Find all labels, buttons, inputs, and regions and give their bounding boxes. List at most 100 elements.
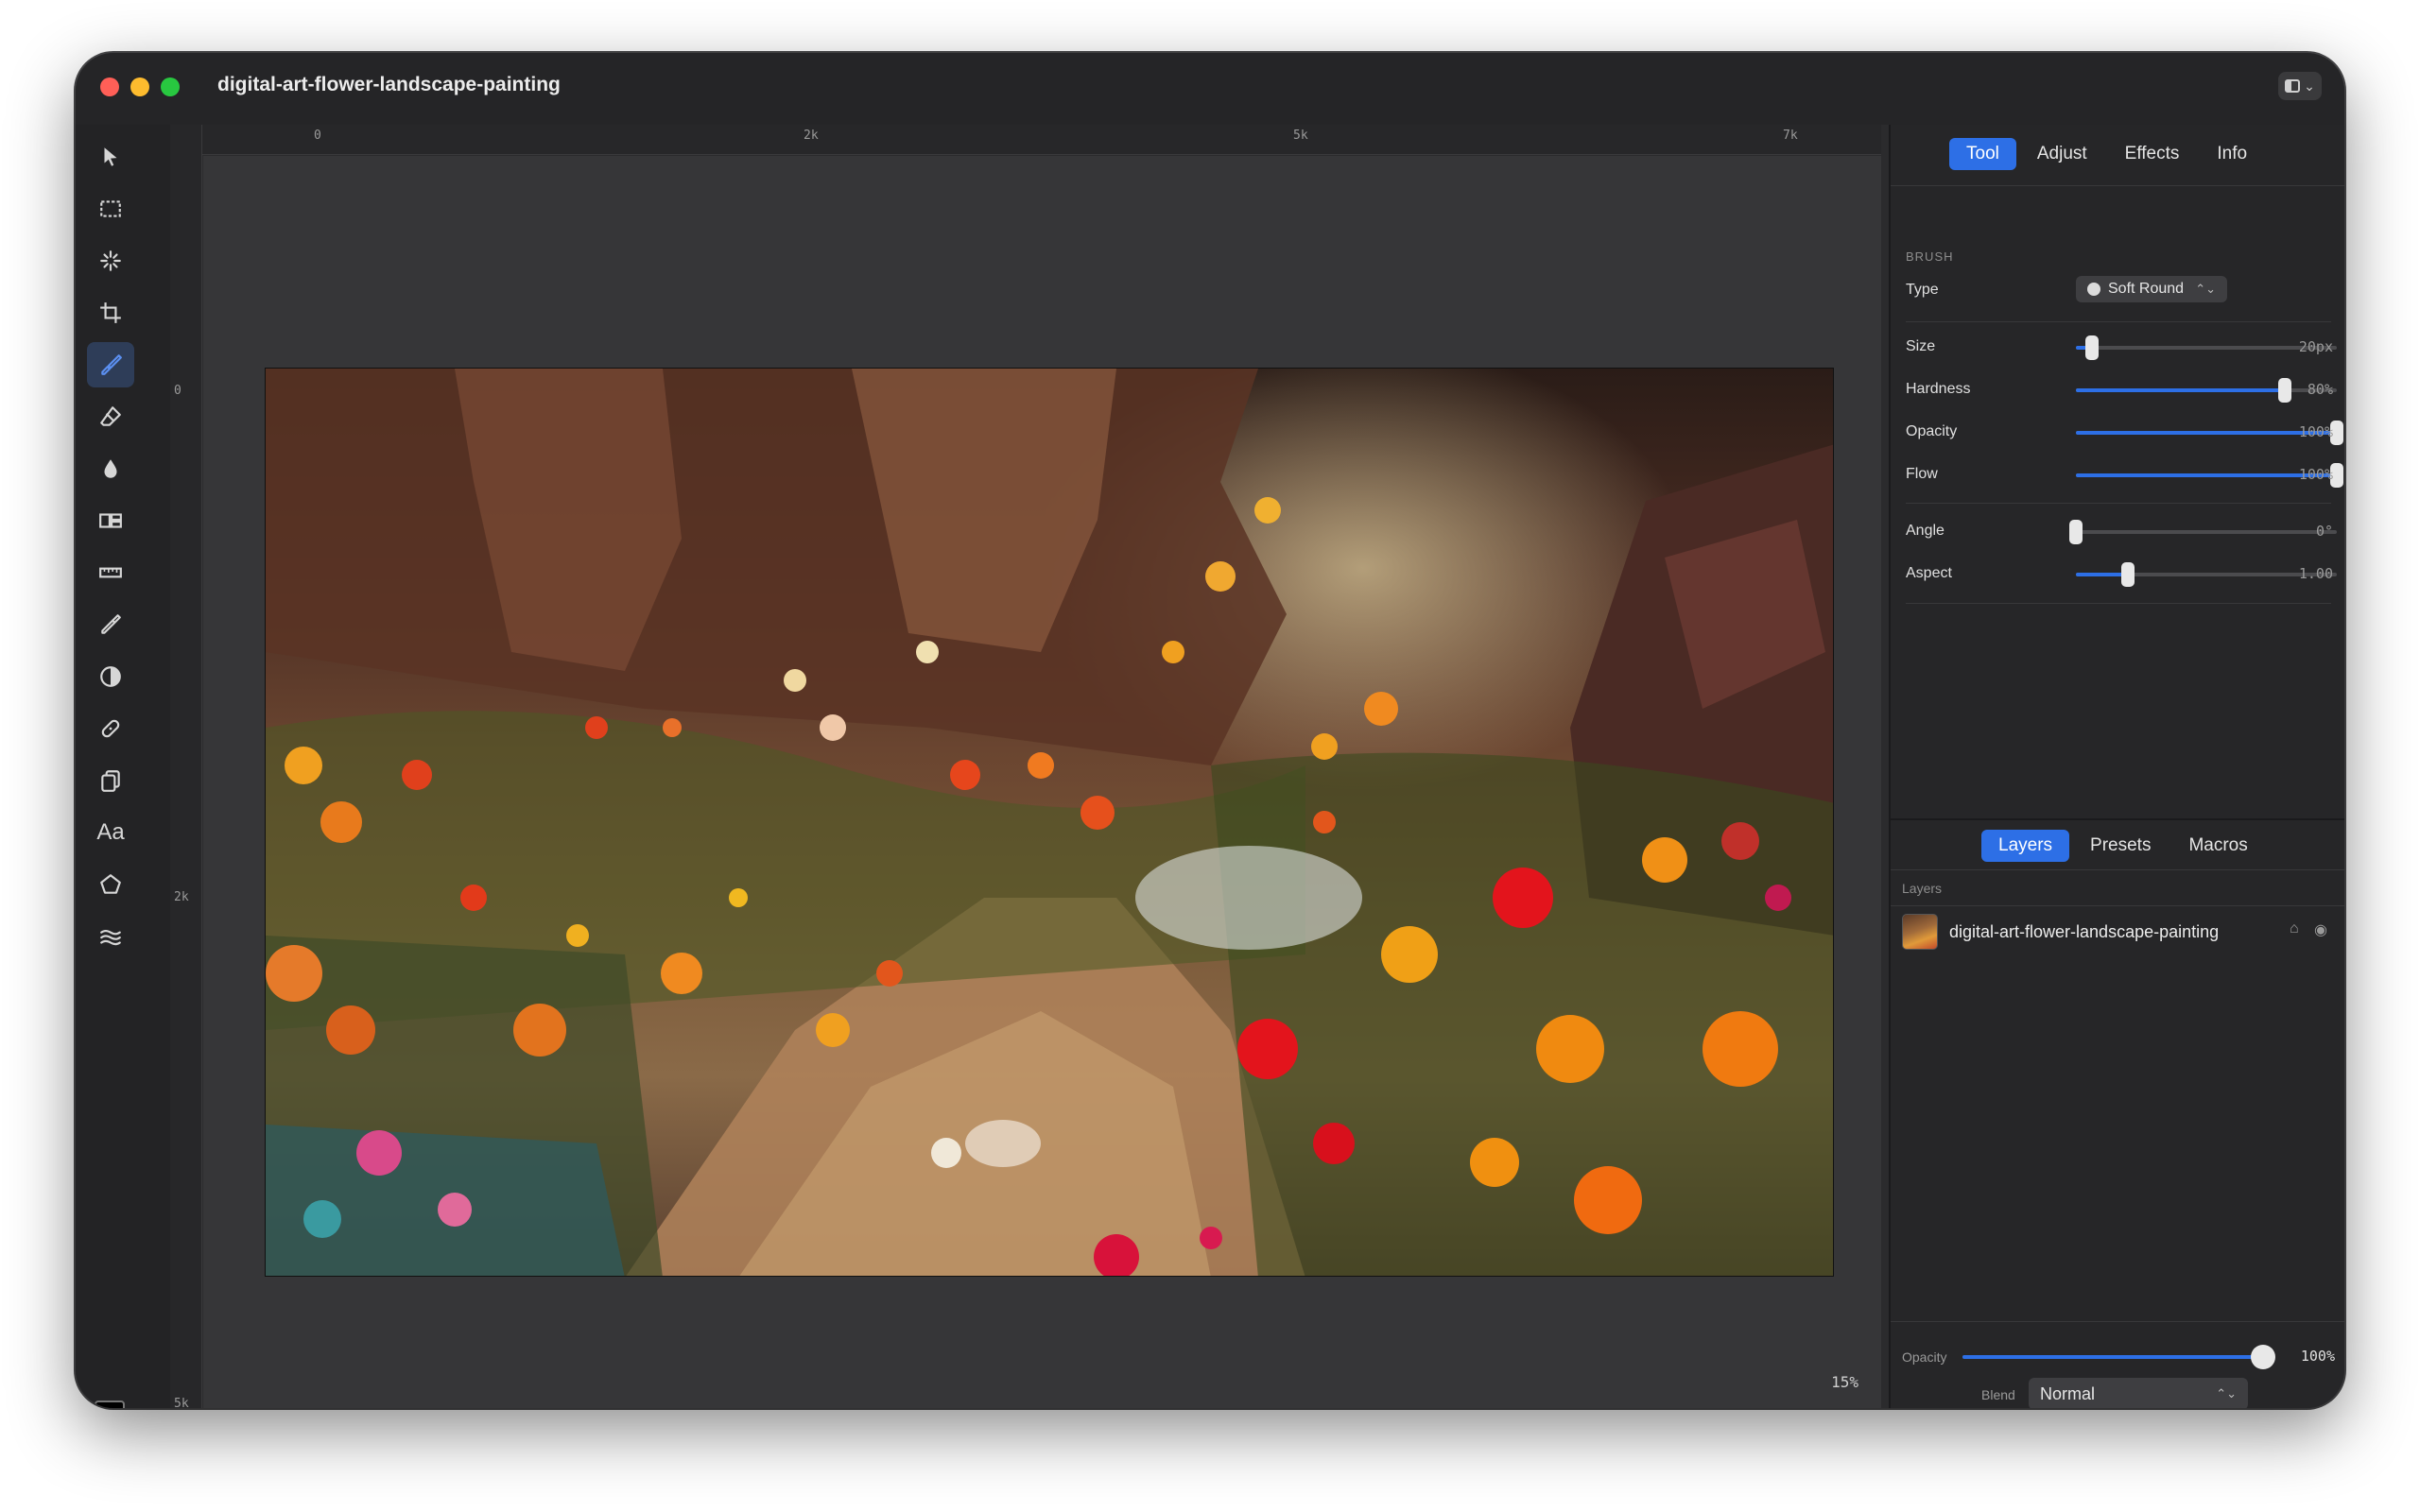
artwork-image[interactable] bbox=[265, 368, 1834, 1277]
tool-strip: Aa ⇆ bbox=[76, 125, 170, 1408]
bandage-icon bbox=[101, 719, 120, 738]
contrast-icon bbox=[100, 666, 121, 687]
size-value: 20px bbox=[2298, 338, 2333, 355]
divider bbox=[1891, 869, 2344, 870]
hardness-label: Hardness bbox=[1906, 381, 1971, 397]
eyedropper-tool-button[interactable] bbox=[87, 602, 134, 647]
size-label: Size bbox=[1906, 338, 1936, 354]
flower-landscape-painting bbox=[266, 369, 1833, 1276]
rectangle-select-icon bbox=[100, 200, 121, 217]
eyedropper-icon bbox=[101, 614, 121, 634]
tab-effects[interactable]: Effects bbox=[2108, 138, 2197, 170]
divider bbox=[1906, 321, 2331, 322]
opacity-value: 100% bbox=[2298, 423, 2333, 440]
layers-header: Layers bbox=[1902, 881, 1943, 896]
pentagon-icon bbox=[100, 874, 121, 894]
text-aa-icon: Aa bbox=[96, 819, 125, 845]
ruler-label: 0 bbox=[174, 384, 182, 398]
document-title: digital-art-flower-landscape-painting bbox=[217, 74, 561, 95]
ruler-label: 0 bbox=[314, 129, 321, 143]
pointer-arrow-icon bbox=[104, 147, 117, 166]
blend-mode-select[interactable]: Normal ⌃⌄ bbox=[2029, 1378, 2248, 1408]
blend-mode-value: Normal bbox=[2040, 1383, 2096, 1403]
flow-value: 100% bbox=[2298, 466, 2333, 483]
tab-info[interactable]: Info bbox=[2200, 138, 2264, 170]
layer-opacity-slider[interactable] bbox=[1962, 1345, 2275, 1369]
inspector-sidebar: Tool Adjust Effects Info BRUSH Type Soft… bbox=[1889, 125, 2344, 1408]
chevron-down-icon: ⌄ bbox=[2304, 77, 2315, 94]
tab-tool[interactable]: Tool bbox=[1949, 138, 2016, 170]
brush-type-value: Soft Round bbox=[2108, 281, 2185, 297]
ruler-label: 5k bbox=[1293, 129, 1308, 143]
minimize-window-button[interactable] bbox=[130, 77, 149, 96]
text-tool-button[interactable]: Aa bbox=[87, 810, 134, 855]
layer-thumbnail bbox=[1902, 914, 1938, 950]
vertical-ruler: 0 2k 5k bbox=[170, 125, 202, 1408]
canvas-area[interactable]: 15% bbox=[203, 156, 1881, 1408]
divider bbox=[1906, 503, 2331, 504]
waves-icon bbox=[100, 929, 121, 946]
brush-type-select[interactable]: Soft Round ⌃⌄ bbox=[2076, 276, 2227, 302]
aspect-value: 1.00 bbox=[2298, 565, 2333, 582]
crop-icon bbox=[100, 302, 121, 323]
blend-label: Blend bbox=[1981, 1387, 2015, 1402]
aspect-label: Aspect bbox=[1906, 565, 1952, 581]
clone-stamp-icon bbox=[99, 513, 122, 528]
magic-wand-icon bbox=[100, 250, 121, 271]
tab-layers[interactable]: Layers bbox=[1981, 830, 2070, 862]
lock-icon[interactable]: ⌂ bbox=[2290, 920, 2299, 937]
ruler-icon bbox=[99, 567, 122, 578]
duplicate-tool-button[interactable] bbox=[87, 758, 134, 803]
divider bbox=[1906, 603, 2331, 604]
eye-icon[interactable]: ◉ bbox=[2314, 920, 2327, 939]
layer-opacity-label: Opacity bbox=[1902, 1349, 1947, 1365]
panel-divider bbox=[1891, 818, 2344, 820]
app-window: digital-art-flower-landscape-painting ⌄ bbox=[76, 53, 2344, 1408]
angle-label: Angle bbox=[1906, 523, 1945, 539]
clone-tool-button[interactable] bbox=[87, 498, 134, 543]
layer-row[interactable]: digital-art-flower-landscape-painting ⌂ … bbox=[1898, 909, 2339, 954]
eraser-tool-button[interactable] bbox=[87, 394, 134, 439]
layers-panel-tabs: Layers Presets Macros bbox=[1981, 830, 2265, 862]
liquify-tool-button[interactable] bbox=[87, 914, 134, 959]
magic-wand-tool-button[interactable] bbox=[87, 238, 134, 284]
chevron-updown-icon: ⌃⌄ bbox=[2195, 282, 2216, 296]
tab-presets[interactable]: Presets bbox=[2073, 830, 2168, 862]
opacity-label: Opacity bbox=[1906, 423, 1958, 439]
zoom-level[interactable]: 15% bbox=[1831, 1373, 1858, 1391]
brush-tool-button[interactable] bbox=[87, 342, 134, 387]
brush-icon bbox=[101, 354, 122, 375]
divider bbox=[1891, 185, 2344, 186]
title-bar: digital-art-flower-landscape-painting ⌄ bbox=[76, 53, 2344, 125]
sidebar-toggle-button[interactable]: ⌄ bbox=[2278, 72, 2322, 100]
tab-adjust[interactable]: Adjust bbox=[2020, 138, 2104, 170]
dodge-burn-tool-button[interactable] bbox=[87, 654, 134, 699]
eraser-icon bbox=[100, 406, 121, 426]
ruler-label: 2k bbox=[804, 129, 819, 143]
sidebar-icon bbox=[2285, 79, 2301, 93]
horizontal-ruler: 0 2k 5k 7k bbox=[202, 125, 1881, 155]
flow-label: Flow bbox=[1906, 466, 1938, 482]
soft-round-brush-icon bbox=[2087, 283, 2100, 296]
documents-icon bbox=[101, 770, 120, 792]
layer-name: digital-art-flower-landscape-painting bbox=[1949, 921, 2220, 941]
ruler-label: 7k bbox=[1783, 129, 1798, 143]
shape-tool-button[interactable] bbox=[87, 862, 134, 907]
tab-macros[interactable]: Macros bbox=[2171, 830, 2264, 862]
ruler-label: 2k bbox=[174, 890, 189, 904]
layer-opacity-value: 100% bbox=[2300, 1348, 2335, 1365]
crop-tool-button[interactable] bbox=[87, 290, 134, 335]
foreground-color-swatch[interactable] bbox=[95, 1400, 125, 1408]
hardness-value: 80% bbox=[2307, 381, 2333, 398]
inspector-tabs: Tool Adjust Effects Info bbox=[1949, 138, 2264, 170]
blur-tool-button[interactable] bbox=[87, 446, 134, 491]
divider bbox=[1891, 1321, 2344, 1322]
move-tool-button[interactable] bbox=[87, 134, 134, 180]
ruler-label: 5k bbox=[174, 1397, 189, 1408]
ruler-tool-button[interactable] bbox=[87, 550, 134, 595]
marquee-tool-button[interactable] bbox=[87, 186, 134, 232]
close-window-button[interactable] bbox=[100, 77, 119, 96]
angle-value: 0° bbox=[2315, 523, 2333, 540]
maximize-window-button[interactable] bbox=[161, 77, 180, 96]
healing-tool-button[interactable] bbox=[87, 706, 134, 751]
